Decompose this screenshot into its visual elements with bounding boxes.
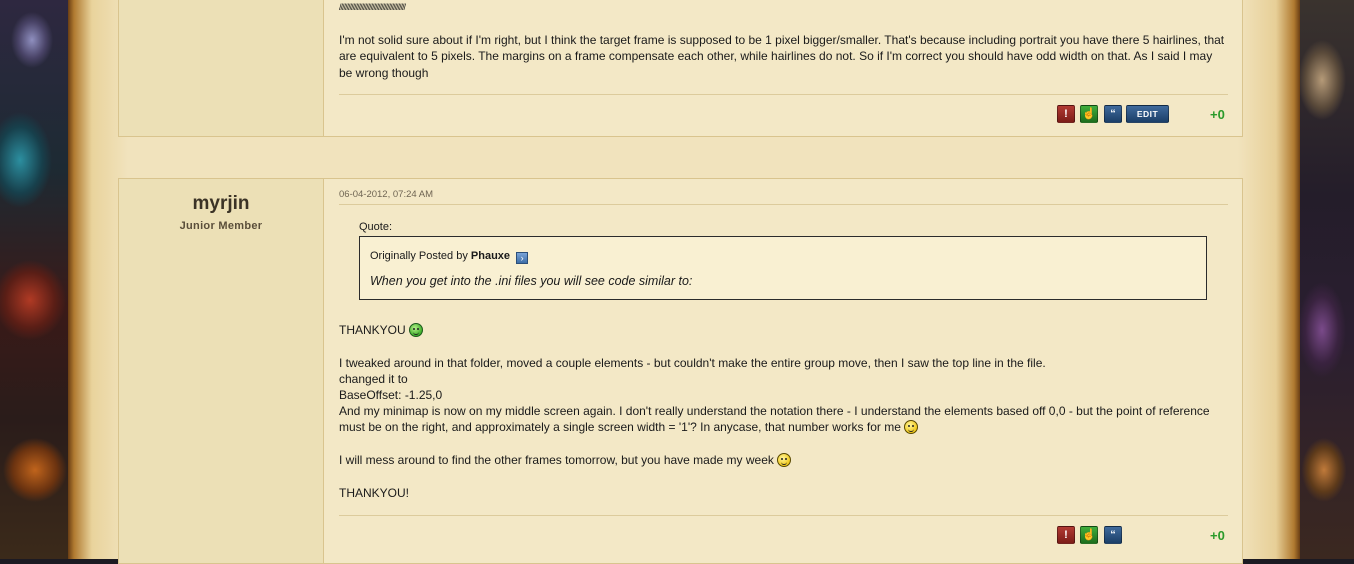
post-content: 06-04-2012, 07:24 AM Quote: Originally P…: [339, 179, 1228, 563]
post-text-slashes: ////////////////////////////////////////…: [339, 2, 406, 12]
post-divider: [339, 204, 1228, 205]
post-line-text: THANKYOU: [339, 323, 406, 337]
username-link[interactable]: myrjin: [119, 193, 323, 215]
like-button[interactable]: ☝: [1080, 105, 1098, 123]
post-divider: [339, 94, 1228, 95]
report-icon: !: [1064, 529, 1068, 541]
forum-post: myrjin Junior Member 06-04-2012, 07:24 A…: [118, 178, 1243, 564]
thumbs-up-icon: ☝: [1082, 529, 1096, 541]
post-divider: [339, 515, 1228, 516]
like-button[interactable]: ☝: [1080, 526, 1098, 544]
thumbs-up-icon: ☝: [1082, 108, 1096, 120]
post-line: THANKYOU: [339, 322, 423, 338]
post-paragraph: And my minimap is now on my middle scree…: [339, 403, 1228, 436]
post-line: THANKYOU!: [339, 486, 410, 500]
post-content: ////////////////////////////////////////…: [339, 0, 1228, 136]
user-title: Junior Member: [179, 220, 263, 232]
report-button[interactable]: !: [1057, 526, 1075, 544]
post-line: changed it to: [339, 372, 408, 386]
post-line-text: And my minimap is now on my middle scree…: [339, 404, 1210, 435]
smile-icon: [903, 420, 918, 435]
post-date: 06-04-2012, 07:24 AM: [339, 189, 434, 200]
post-userinfo: [119, 0, 324, 136]
view-post-arrow-icon[interactable]: ›: [516, 252, 529, 264]
quote-icon: “: [1110, 529, 1116, 541]
post-message: I'm not solid sure about if I'm right, b…: [339, 33, 1225, 80]
quote-icon: “: [1110, 108, 1116, 120]
quote-header: Originally Posted by Phauxe ›: [370, 250, 529, 264]
quote-block: Originally Posted by Phauxe › When you g…: [359, 236, 1207, 300]
post-line: I tweaked around in that folder, moved a…: [339, 356, 1046, 370]
quote-button[interactable]: “: [1104, 526, 1122, 544]
grin-smiley-icon: [408, 323, 423, 337]
post-line: BaseOffset: -1.25,0: [339, 388, 443, 402]
reputation-count: +0: [1210, 107, 1225, 122]
edit-button[interactable]: EDIT: [1126, 105, 1169, 123]
smile-icon: [776, 453, 791, 467]
quote-label: Quote:: [359, 221, 393, 233]
quote-button[interactable]: “: [1104, 105, 1122, 123]
report-button[interactable]: !: [1057, 105, 1075, 123]
quote-originally-posted: Originally Posted by: [370, 250, 468, 262]
left-side-artwork: [0, 0, 75, 559]
right-side-artwork: [1292, 0, 1354, 559]
quote-text: When you get into the .ini files you wil…: [370, 274, 693, 288]
forum-post: ////////////////////////////////////////…: [118, 0, 1243, 137]
post-line: I will mess around to find the other fra…: [339, 452, 791, 468]
quote-author: Phauxe: [470, 250, 511, 262]
post-line-text: I will mess around to find the other fra…: [339, 453, 774, 467]
report-icon: !: [1064, 108, 1068, 120]
reputation-count: +0: [1210, 528, 1225, 543]
post-userinfo: myrjin Junior Member: [119, 179, 324, 563]
